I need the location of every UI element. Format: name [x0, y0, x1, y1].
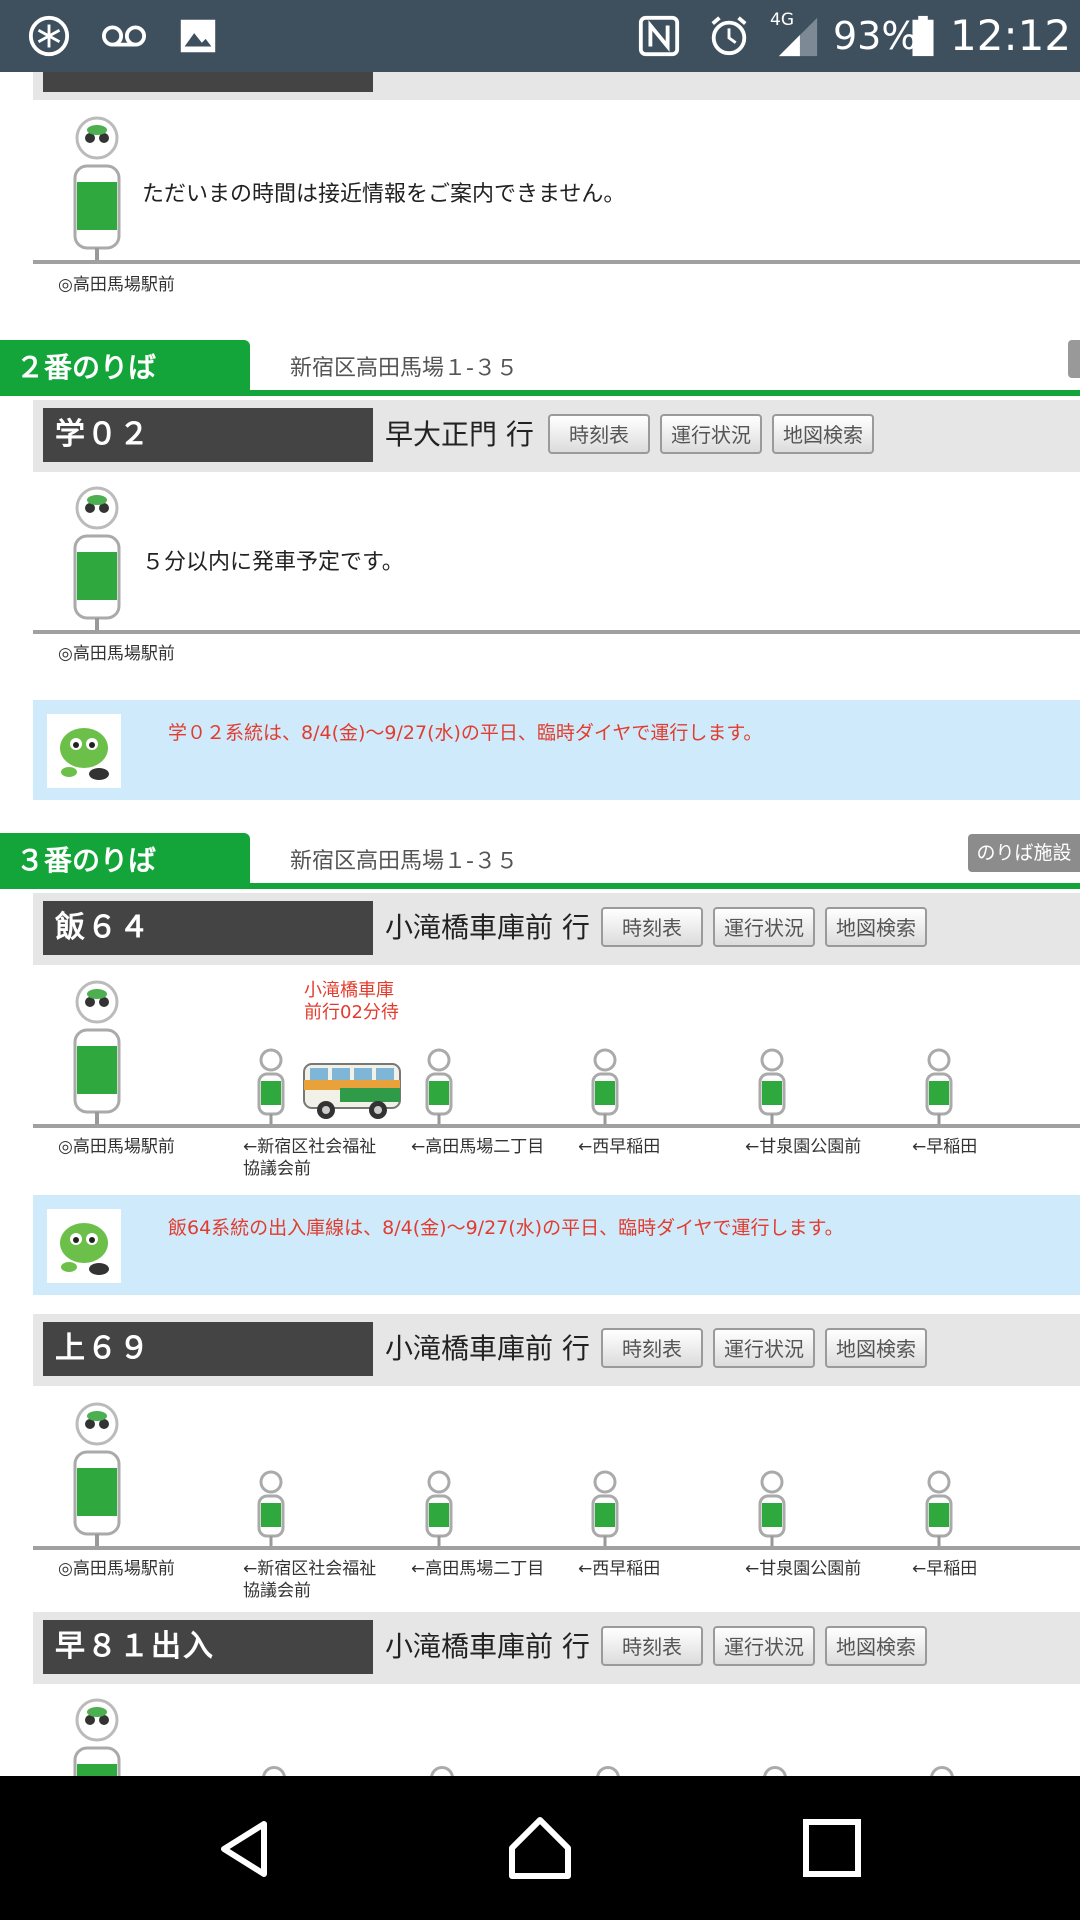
- platform-3-address: 新宿区高田馬場１-３５: [290, 849, 518, 874]
- bus-icon: [303, 1063, 401, 1119]
- stop-label: ←甘泉園公園前: [745, 1137, 862, 1157]
- route-row-waseda81: 早８１出入 小滝橋車庫前 行 時刻表 運行状況 地図検索: [33, 1612, 1080, 1684]
- recents-icon[interactable]: [800, 1816, 864, 1880]
- mascot-icon: [47, 1209, 121, 1283]
- timetable-button[interactable]: 時刻表: [601, 907, 703, 947]
- bus-stop-pole-icon: [73, 1402, 121, 1550]
- service-status-button[interactable]: 運行状況: [660, 414, 762, 454]
- platform-2-rule: [0, 390, 1080, 396]
- alarm-icon: [711, 16, 747, 56]
- platform-3-tab: ３番のりば: [0, 833, 250, 889]
- route-baseline: [33, 1546, 1080, 1550]
- bus-stop-pole-icon: [73, 116, 121, 264]
- stop-label: ←西早稲田: [578, 1137, 661, 1157]
- stop-label: ←新宿区社会福祉 協議会前: [243, 1137, 377, 1179]
- platform-facility-button[interactable]: のりば施設: [968, 834, 1080, 872]
- platform-2-address: 新宿区高田馬場１-３５: [290, 356, 518, 381]
- stop-marker-icon: [257, 1048, 285, 1124]
- route-destination: 小滝橋車庫前 行: [385, 1630, 590, 1663]
- notice-text: 飯64系統の出入庫線は、8/4(金)〜9/27(水)の平日、臨時ダイヤで運行しま…: [168, 1217, 844, 1239]
- stop-marker-icon: [257, 1470, 285, 1546]
- route-code: 上６９: [43, 1322, 373, 1376]
- bus-approach-status: 小滝橋車庫 前行02分待: [304, 980, 399, 1023]
- departure-message: ５分以内に発車予定です。: [142, 550, 404, 575]
- clock: 12:12: [950, 11, 1072, 60]
- route-code: 早８１出入: [43, 1620, 373, 1674]
- route-destination: 早大正門 行: [385, 418, 534, 451]
- stop-label: ←高田馬場二丁目: [411, 1137, 545, 1157]
- origin-stop-label: ◎高田馬場駅前: [58, 275, 175, 295]
- stop-label: ←新宿区社会福祉 協議会前: [243, 1559, 377, 1601]
- map-search-button[interactable]: 地図検索: [825, 1626, 927, 1666]
- stop-marker-icon: [758, 1048, 786, 1124]
- route-destination: 小滝橋車庫前 行: [385, 1332, 590, 1365]
- status-bar: 4G 93% 12:12: [0, 0, 1080, 72]
- battery-icon: [912, 15, 934, 57]
- stop-marker-icon: [758, 1470, 786, 1546]
- map-search-button[interactable]: 地図検索: [825, 907, 927, 947]
- partial-route-row: [33, 72, 1080, 100]
- battery-percent: 93%: [833, 14, 918, 58]
- service-status-button[interactable]: 運行状況: [713, 907, 815, 947]
- route-code: 学０２: [43, 408, 373, 462]
- home-icon[interactable]: [506, 1814, 574, 1882]
- mascot-icon: [47, 714, 121, 788]
- stop-marker-icon: [925, 1470, 953, 1546]
- stop-label: ←早稲田: [912, 1137, 978, 1157]
- scroll-handle[interactable]: [1068, 340, 1080, 378]
- platform-2-tab: ２番のりば: [0, 340, 250, 396]
- bus-stop-pole-icon: [73, 486, 121, 634]
- route-destination: 小滝橋車庫前 行: [385, 911, 590, 944]
- stop-label: ←甘泉園公園前: [745, 1559, 862, 1579]
- stop-label: ◎高田馬場駅前: [58, 1137, 175, 1157]
- stop-marker-icon: [925, 1048, 953, 1124]
- image-icon: [180, 19, 216, 53]
- bus-stop-pole-icon: [73, 980, 121, 1128]
- timetable-button[interactable]: 時刻表: [601, 1626, 703, 1666]
- back-icon[interactable]: [212, 1816, 278, 1882]
- stop-label: ←早稲田: [912, 1559, 978, 1579]
- route-code: 飯６４: [43, 901, 373, 955]
- route-baseline: [33, 260, 1080, 264]
- notice-banner: 学０２系統は、8/4(金)〜9/27(水)の平日、臨時ダイヤで運行します。: [33, 700, 1080, 800]
- approach-message: ただいまの時間は接近情報をご案内できません。: [142, 182, 626, 207]
- map-search-button[interactable]: 地図検索: [825, 1328, 927, 1368]
- route-baseline: [33, 630, 1080, 634]
- snowflake-icon: [28, 15, 70, 57]
- service-status-button[interactable]: 運行状況: [713, 1626, 815, 1666]
- notice-banner: 飯64系統の出入庫線は、8/4(金)〜9/27(水)の平日、臨時ダイヤで運行しま…: [33, 1195, 1080, 1295]
- origin-stop-label: ◎高田馬場駅前: [58, 644, 175, 664]
- timetable-button[interactable]: 時刻表: [548, 414, 650, 454]
- timetable-button[interactable]: 時刻表: [601, 1328, 703, 1368]
- stop-label: ←高田馬場二丁目: [411, 1559, 545, 1579]
- nfc-icon: [638, 15, 680, 57]
- service-status-button[interactable]: 運行状況: [713, 1328, 815, 1368]
- stop-marker-icon: [425, 1470, 453, 1546]
- route-row-ii64: 飯６４ 小滝橋車庫前 行 時刻表 運行状況 地図検索: [33, 893, 1080, 965]
- stop-label: ◎高田馬場駅前: [58, 1559, 175, 1579]
- notice-text: 学０２系統は、8/4(金)〜9/27(水)の平日、臨時ダイヤで運行します。: [168, 722, 763, 744]
- signal-icon: [778, 17, 818, 57]
- navigation-bar: [0, 1776, 1080, 1920]
- route-row-gaku02: 学０２ 早大正門 行 時刻表 運行状況 地図検索: [33, 400, 1080, 472]
- route-baseline: [33, 1124, 1080, 1128]
- platform-3-rule: [0, 883, 1080, 889]
- stop-marker-icon: [591, 1048, 619, 1124]
- stop-marker-icon: [591, 1470, 619, 1546]
- stop-marker-icon: [425, 1048, 453, 1124]
- bus-stop-pole-icon: [73, 1698, 121, 1776]
- stop-label: ←西早稲田: [578, 1559, 661, 1579]
- partial-route-code: [43, 72, 373, 92]
- voicemail-icon: [102, 25, 146, 47]
- route-row-kami69: 上６９ 小滝橋車庫前 行 時刻表 運行状況 地図検索: [33, 1314, 1080, 1386]
- map-search-button[interactable]: 地図検索: [772, 414, 874, 454]
